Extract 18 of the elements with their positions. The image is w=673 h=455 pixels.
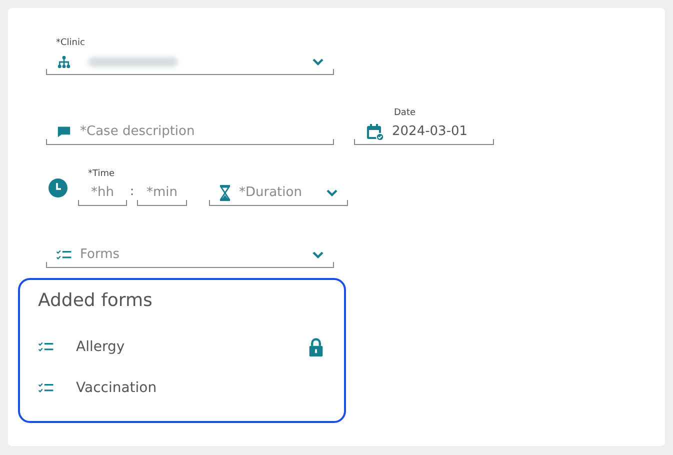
checklist-icon — [56, 248, 72, 262]
hourglass-icon — [219, 184, 231, 200]
field-label: *Clinic — [56, 38, 86, 49]
checklist-icon — [38, 340, 54, 354]
chevron-down-icon — [326, 188, 338, 196]
form-name: Vaccination — [76, 380, 157, 396]
clock-icon — [48, 178, 68, 198]
field-label: *Time — [88, 169, 116, 180]
chevron-down-icon — [312, 58, 324, 66]
panel-title: Added forms — [38, 289, 154, 313]
speech-bubble-icon — [56, 124, 72, 138]
hierarchy-icon — [56, 54, 72, 68]
field-label: Date — [394, 108, 417, 119]
time-separator: : — [128, 184, 136, 198]
form-name: Allergy — [76, 338, 125, 354]
calendar-icon — [366, 122, 384, 140]
chevron-down-icon — [312, 250, 324, 258]
checklist-icon — [38, 380, 54, 394]
